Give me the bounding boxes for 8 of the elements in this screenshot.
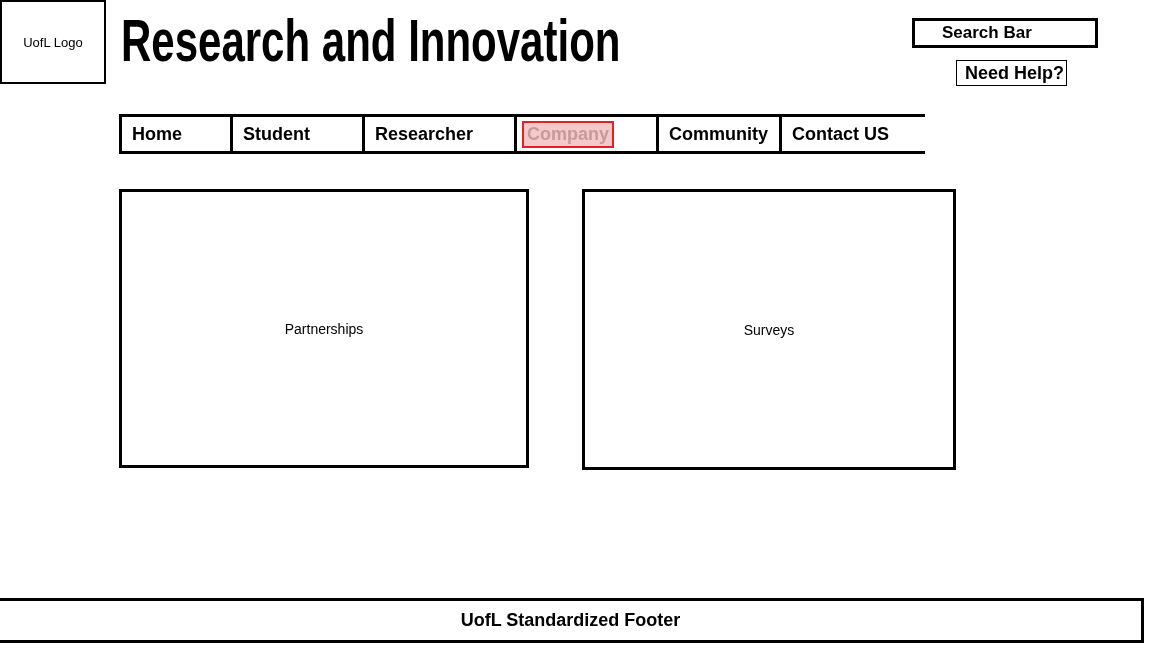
nav-tab[interactable]: Contact US [779,117,925,151]
logo-label: UofL Logo [23,34,83,50]
panel-label: Surveys [743,321,795,338]
help-button[interactable]: Need Help? [956,60,1068,86]
search-field[interactable]: Search Bar [912,18,1098,48]
footer-bar: UofL Standardized Footer [0,598,1144,643]
panel-label: Partnerships [284,320,364,337]
page-title: Research and Innovation [121,11,621,71]
